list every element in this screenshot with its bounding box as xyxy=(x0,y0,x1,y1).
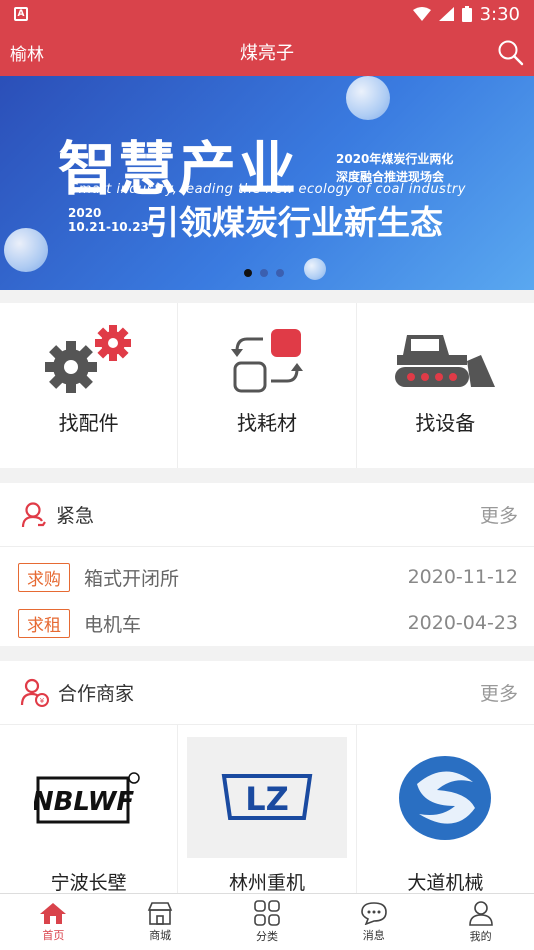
wifi-icon xyxy=(412,7,431,21)
partner-logo-nblwf: NBLWF xyxy=(9,737,169,858)
category-label: 找耗材 xyxy=(236,411,297,435)
partners-title: 合作商家 xyxy=(58,683,135,705)
category-consumables[interactable]: 找耗材 xyxy=(178,303,357,468)
partners-header: ¥ 合作商家 更多 xyxy=(0,661,534,725)
tab-category[interactable]: 分类 xyxy=(214,894,321,950)
carousel-dot[interactable] xyxy=(244,269,252,277)
urgent-date: 2020-04-23 xyxy=(407,612,518,634)
tab-home[interactable]: 首页 xyxy=(0,894,107,950)
urgent-item[interactable]: 求购 箱式开闭所 2020-11-12 xyxy=(0,554,534,600)
search-icon[interactable] xyxy=(496,38,524,66)
page-title: 煤亮子 xyxy=(240,43,294,64)
banner-subtitle-line1: 2020年煤炭行业两化 xyxy=(336,152,454,166)
user-icon xyxy=(468,901,493,926)
svg-text:¥: ¥ xyxy=(40,697,45,705)
partner-logo-dadao xyxy=(365,737,525,858)
urgent-tag: 求购 xyxy=(18,562,70,592)
banner-english: Smart industry, leading the new ecology … xyxy=(70,182,466,197)
category-equipment[interactable]: 找设备 xyxy=(357,303,534,468)
urgent-section: 紧急 更多 求购 箱式开闭所 2020-11-12 求租 电机车 2020-04… xyxy=(0,483,534,646)
gears-icon xyxy=(44,325,131,393)
status-right: 3:30 xyxy=(412,3,520,25)
urgent-name: 箱式开闭所 xyxy=(84,567,180,590)
battery-icon xyxy=(461,6,472,22)
banner-bubble xyxy=(4,228,48,272)
partner-item[interactable]: 大道机械 xyxy=(357,725,534,893)
partner-item[interactable]: LZ 林州重机 xyxy=(178,725,357,893)
urgent-more-link[interactable]: 更多 xyxy=(480,501,518,528)
partner-item[interactable]: NBLWF 宁波长壁 xyxy=(0,725,179,893)
urgent-tag: 求租 xyxy=(18,608,70,638)
partner-name: 林州重机 xyxy=(228,872,305,893)
tab-label: 首页 xyxy=(42,929,65,942)
partners-row: NBLWF 宁波长壁 LZ 林州重机 大道机械 xyxy=(0,725,534,893)
urgent-header: 紧急 更多 xyxy=(0,483,534,547)
carousel-dot[interactable] xyxy=(260,269,268,277)
partner-logo-text: NBLWF xyxy=(34,787,134,817)
category-label: 找配件 xyxy=(58,411,119,435)
partner-name: 宁波长壁 xyxy=(50,872,127,893)
category-label: 找设备 xyxy=(415,411,476,435)
banner-subtitle: 2020年煤炭行业两化 深度融合推进现场会 xyxy=(336,150,453,186)
banner-carousel[interactable]: 智慧产业 2020年煤炭行业两化 深度融合推进现场会 Smart industr… xyxy=(0,76,534,290)
urgent-name: 电机车 xyxy=(84,613,142,636)
chat-icon xyxy=(360,902,387,925)
banner-bubble xyxy=(346,76,390,120)
tab-shop[interactable]: 商城 xyxy=(107,894,214,950)
city-selector[interactable]: 榆林 xyxy=(10,40,44,65)
banner-headline2: 引领煤炭行业新生态 xyxy=(146,203,443,242)
tab-label: 消息 xyxy=(362,929,385,942)
signal-icon xyxy=(438,7,454,21)
notification-a-icon: A xyxy=(14,7,28,21)
grid-icon xyxy=(254,900,280,926)
partner-logo-text: LZ xyxy=(245,780,289,818)
banner-date-range: 10.21-10.23 xyxy=(68,220,149,234)
urgent-title: 紧急 xyxy=(56,505,95,527)
status-time: 3:30 xyxy=(479,3,520,25)
tab-profile[interactable]: 我的 xyxy=(427,894,534,950)
category-parts[interactable]: 找配件 xyxy=(0,303,179,468)
tab-label: 我的 xyxy=(469,930,492,943)
partner-name: 大道机械 xyxy=(407,872,484,893)
bottom-tab-bar: 首页 商城 分类 消息 我的 xyxy=(0,893,534,950)
urgent-item[interactable]: 求租 电机车 2020-04-23 xyxy=(0,600,534,646)
banner-date: 2020 10.21-10.23 xyxy=(68,206,149,234)
bulldozer-icon xyxy=(395,335,496,387)
tab-label: 分类 xyxy=(255,930,278,943)
partners-section: ¥ 合作商家 更多 NBLWF 宁波长壁 LZ 林州重机 大道机械 xyxy=(0,661,534,893)
urgent-person-icon xyxy=(21,501,46,527)
partner-logo-lz: LZ xyxy=(186,737,347,858)
tab-messages[interactable]: 消息 xyxy=(320,894,427,950)
urgent-date: 2020-11-12 xyxy=(407,566,518,588)
status-bar: A 3:30 xyxy=(0,0,534,28)
category-grid: 找配件 找耗材 找设备 xyxy=(0,303,534,468)
partner-merchant-icon: ¥ xyxy=(20,678,49,707)
shop-icon xyxy=(147,902,173,925)
carousel-dot[interactable] xyxy=(276,269,284,277)
app-bar: 榆林 煤亮子 xyxy=(0,28,534,76)
banner-bubble xyxy=(304,258,326,280)
home-icon xyxy=(40,903,67,924)
banner-date-year: 2020 xyxy=(68,206,102,220)
tab-label: 商城 xyxy=(149,929,172,942)
carousel-dots xyxy=(244,269,284,277)
partners-more-link[interactable]: 更多 xyxy=(480,679,518,706)
swap-icon xyxy=(230,329,303,393)
